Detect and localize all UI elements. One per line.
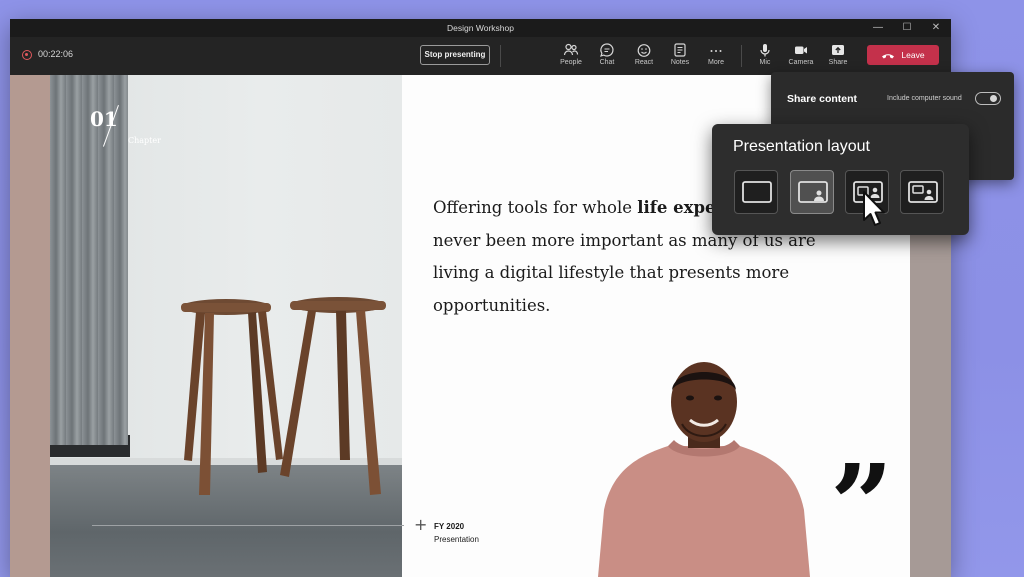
mic-label: Mic bbox=[759, 59, 771, 66]
more-icon bbox=[710, 50, 722, 52]
divider bbox=[741, 45, 742, 67]
content-only-layout-icon bbox=[742, 181, 772, 203]
footer-label: Presentation bbox=[434, 535, 479, 544]
maximize-button[interactable]: ☐ bbox=[892, 19, 922, 37]
reporter-layout-button[interactable] bbox=[900, 170, 944, 214]
plus-icon: + bbox=[414, 515, 428, 534]
notes-label: Notes bbox=[670, 59, 690, 66]
quote-mark: ” bbox=[830, 440, 894, 569]
leave-label: Leave bbox=[901, 50, 925, 60]
people-button[interactable]: People bbox=[551, 42, 591, 72]
mic-button[interactable]: Mic bbox=[745, 42, 785, 72]
standout-layout-icon bbox=[798, 181, 828, 203]
react-button[interactable]: React bbox=[624, 42, 664, 72]
presenter-video bbox=[598, 362, 810, 577]
leave-button[interactable]: Leave bbox=[867, 45, 939, 65]
stools-image bbox=[181, 297, 386, 495]
react-label: React bbox=[634, 59, 654, 66]
chapter-label: Chapter bbox=[128, 136, 161, 145]
footer-year: FY 2020 bbox=[434, 522, 465, 531]
mic-icon bbox=[760, 44, 770, 57]
hangup-icon bbox=[882, 54, 895, 59]
camera-button[interactable]: Camera bbox=[781, 42, 821, 72]
react-icon bbox=[637, 44, 651, 57]
content-only-layout-button[interactable] bbox=[734, 170, 778, 214]
camera-label: Camera bbox=[788, 59, 814, 66]
include-sound-label: Include computer sound bbox=[887, 95, 962, 102]
divider bbox=[500, 45, 501, 67]
close-button[interactable]: ✕ bbox=[921, 19, 951, 37]
meeting-toolbar: 00:22:06 Stop presenting People Chat Rea… bbox=[10, 37, 951, 75]
minimize-button[interactable]: — bbox=[863, 19, 893, 37]
presentation-layout-panel: Presentation layout bbox=[712, 124, 969, 235]
notes-icon bbox=[674, 43, 686, 57]
slide-left-margin bbox=[10, 75, 50, 577]
share-content-title: Share content bbox=[787, 93, 858, 105]
chat-icon bbox=[600, 43, 614, 57]
window-title: Design Workshop bbox=[447, 23, 514, 33]
mouse-cursor-icon bbox=[863, 191, 885, 226]
meeting-timer: 00:22:06 bbox=[38, 49, 74, 59]
camera-icon bbox=[795, 46, 807, 54]
notes-button[interactable]: Notes bbox=[660, 42, 700, 72]
share-button[interactable]: Share bbox=[818, 42, 858, 72]
slide-photo-stools bbox=[50, 75, 402, 577]
share-icon bbox=[832, 45, 844, 55]
more-label: More bbox=[708, 59, 724, 66]
presentation-layout-title: Presentation layout bbox=[733, 138, 870, 155]
standout-layout-button[interactable] bbox=[790, 170, 834, 214]
chat-button[interactable]: Chat bbox=[587, 42, 627, 72]
slide-line-4: opportunities. bbox=[433, 295, 551, 315]
people-icon bbox=[563, 43, 579, 56]
reporter-layout-icon bbox=[908, 181, 938, 203]
stop-presenting-button[interactable]: Stop presenting bbox=[420, 45, 490, 65]
people-label: People bbox=[560, 59, 582, 66]
slide-line-3: living a digital lifestyle that presents… bbox=[433, 263, 790, 282]
recording-icon bbox=[22, 50, 32, 60]
chat-label: Chat bbox=[599, 59, 615, 66]
share-label: Share bbox=[828, 59, 848, 66]
more-button[interactable]: More bbox=[696, 42, 736, 72]
title-bar: Design Workshop — ☐ ✕ bbox=[10, 19, 951, 37]
include-sound-toggle[interactable] bbox=[975, 92, 1001, 105]
footer-rule bbox=[92, 525, 404, 526]
